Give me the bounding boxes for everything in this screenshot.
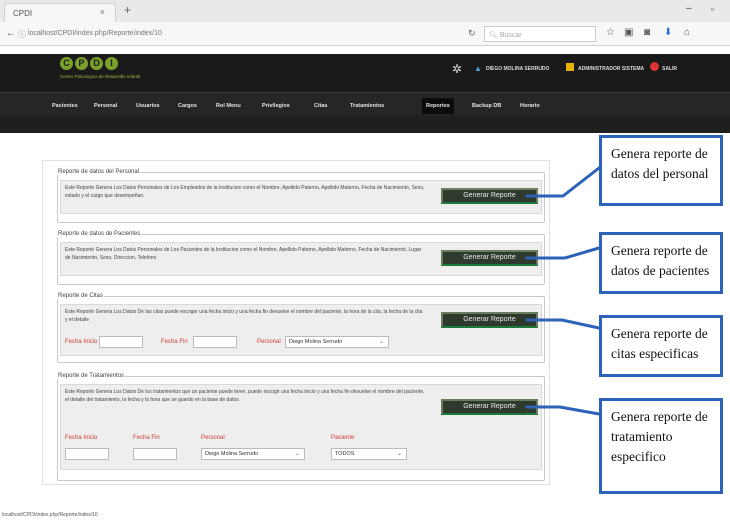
- tratamientos-fecha-inicio-label: Fecha Inicio: [65, 435, 98, 441]
- logo-letter: D: [90, 57, 103, 70]
- reload-icon[interactable]: ↻: [468, 28, 476, 39]
- section-citas-legend: Reporte de Citas: [58, 293, 104, 299]
- callout-pacientes: Genera reporte de datos de pacientes: [599, 232, 723, 294]
- callout-pacientes-text: Genera reporte de datos de pacientes: [611, 243, 710, 278]
- logo-subtitle: Centro Psicologico de Desarrollo Infanti…: [60, 74, 141, 79]
- citas-fecha-inicio-label: Fecha Inicio: [65, 339, 98, 345]
- section-personal-legend: Reporte de datos del Personal: [58, 169, 140, 175]
- menu-item-pacientes[interactable]: Pacientes: [48, 98, 82, 114]
- menu-item-reportes[interactable]: Reportes: [422, 98, 454, 114]
- main-menu: Pacientes Personal Usuarios Cargos Rol M…: [0, 92, 730, 133]
- settings-gear-icon[interactable]: ✲: [452, 62, 462, 76]
- citas-fecha-fin-input[interactable]: [193, 336, 237, 348]
- callout-personal-text: Genera reporte de datos del personal: [611, 146, 709, 181]
- tratamientos-paciente-selected-value: TODOS: [335, 451, 355, 457]
- citas-fecha-fin-label: Fecha Fin: [161, 339, 188, 345]
- tratamientos-personal-selected-value: Diego Molina Serrudo: [205, 451, 259, 457]
- menu-item-rol-menu[interactable]: Rol Menu: [212, 98, 245, 114]
- pocket-icon[interactable]: ◙: [644, 27, 650, 38]
- tab-title: CPDI: [13, 9, 33, 18]
- citas-personal-select[interactable]: Diego Molina Serrudo ⌄: [285, 336, 389, 348]
- new-tab-icon[interactable]: +: [124, 3, 131, 17]
- back-arrow-icon[interactable]: ←: [6, 28, 16, 39]
- logo-letter: C: [60, 57, 73, 70]
- maximize-window-icon[interactable]: ▫: [711, 4, 714, 14]
- reports-panel: Reporte de datos del Personal Este Repor…: [42, 160, 550, 485]
- chevron-down-icon: ⌄: [378, 339, 384, 345]
- section-citas-description-box: Este Reporte Genera Los Datos De las cit…: [60, 304, 542, 356]
- section-tratamientos-legend: Reporte de Tratamientos: [58, 373, 125, 379]
- search-placeholder: 🔍︎ Buscar: [489, 32, 522, 39]
- user-role[interactable]: ADMINISTRADOR SISTEMA: [578, 66, 644, 72]
- address-bar-url[interactable]: localhost/CPDI/index.php/Reporte/index/1…: [28, 30, 162, 37]
- site-info-icon[interactable]: ⓘ: [18, 29, 26, 40]
- section-tratamientos-description-box: Este Reporte Genera Los Datos De los tra…: [60, 384, 542, 470]
- generate-citas-report-button[interactable]: Generar Reporte: [441, 312, 538, 328]
- tratamientos-personal-label: Personal: [201, 435, 225, 441]
- tratamientos-fecha-inicio-input[interactable]: [65, 448, 109, 460]
- section-pacientes-legend: Reporte de datos de Pacientes: [58, 231, 141, 237]
- search-input[interactable]: 🔍︎ Buscar: [484, 26, 596, 42]
- menu-item-horario[interactable]: Horario: [516, 98, 544, 114]
- callout-tratamientos: Genera reporte de tratamiento especifico: [599, 398, 723, 494]
- citas-personal-selected-value: Diego Molina Serrudo: [289, 339, 343, 345]
- menu-item-usuarios[interactable]: Usuarios: [132, 98, 164, 114]
- section-pacientes: Reporte de datos de Pacientes Este Repor…: [57, 231, 545, 285]
- citas-personal-label: Personal: [257, 339, 281, 345]
- home-icon[interactable]: ⌂: [684, 27, 690, 38]
- menu-item-citas[interactable]: Citas: [310, 98, 331, 114]
- section-personal-description-box: Este Reporte Genera Los Datos Personales…: [60, 180, 542, 214]
- generate-tratamientos-report-button[interactable]: Generar Reporte: [441, 399, 538, 415]
- generate-pacientes-report-button[interactable]: Generar Reporte: [441, 250, 538, 266]
- citas-fecha-inicio-input[interactable]: [99, 336, 143, 348]
- callout-personal: Genera reporte de datos del personal: [599, 135, 723, 206]
- minimize-window-icon[interactable]: –: [686, 3, 692, 14]
- search-icon: 🔍︎: [489, 32, 500, 39]
- logo-letter: P: [75, 57, 88, 70]
- tratamientos-fecha-fin-label: Fecha Fin: [133, 435, 160, 441]
- chevron-down-icon: ⌄: [396, 451, 402, 457]
- menu-item-backup-db[interactable]: Backup DB: [468, 98, 505, 114]
- user-icon: ▲: [474, 64, 482, 73]
- logo-letter: I: [105, 57, 118, 70]
- callout-tratamientos-text: Genera reporte de tratamiento especifico: [611, 409, 708, 464]
- tratamientos-paciente-label: Paciente: [331, 435, 355, 441]
- section-personal-description: Este Reporte Genera Los Datos Personales…: [65, 185, 425, 199]
- menu-item-privilegios[interactable]: Privilegios: [258, 98, 294, 114]
- user-name[interactable]: DIEGO MOLINA SERRUDO: [486, 66, 549, 72]
- download-icon[interactable]: ⬇: [664, 27, 672, 38]
- exit-icon[interactable]: [650, 62, 659, 71]
- browser-navigation-bar: ← ⓘ localhost/CPDI/index.php/Reporte/ind…: [0, 22, 730, 46]
- reading-list-icon[interactable]: ▣: [624, 27, 633, 38]
- callout-citas: Genera reporte de citas especificas: [599, 315, 723, 377]
- menu-item-tratamientos[interactable]: Tratamientos: [346, 98, 388, 114]
- section-tratamientos-description: Este Reporte Genera Los Datos De los tra…: [65, 389, 425, 403]
- exit-link[interactable]: SALIR: [662, 66, 677, 72]
- section-pacientes-description-box: Este Reporte Genera Los Datos Personales…: [60, 242, 542, 276]
- bookmark-star-icon[interactable]: ☆: [606, 27, 615, 38]
- callout-citas-text: Genera reporte de citas especificas: [611, 326, 708, 361]
- section-personal: Reporte de datos del Personal Este Repor…: [57, 169, 545, 223]
- app-header: C P D I Centro Psicologico de Desarrollo…: [0, 54, 730, 92]
- section-citas: Reporte de Citas Este Reporte Genera Los…: [57, 293, 545, 363]
- tratamientos-paciente-select[interactable]: TODOS ⌄: [331, 448, 407, 460]
- tratamientos-fecha-fin-input[interactable]: [133, 448, 177, 460]
- tratamientos-personal-select[interactable]: Diego Molina Serrudo ⌄: [201, 448, 305, 460]
- browser-tab[interactable]: CPDI ×: [4, 3, 116, 22]
- chevron-down-icon: ⌄: [294, 451, 300, 457]
- section-tratamientos: Reporte de Tratamientos Este Reporte Gen…: [57, 373, 545, 481]
- tab-close-icon[interactable]: ×: [100, 7, 105, 17]
- section-pacientes-description: Este Reporte Genera Los Datos Personales…: [65, 247, 422, 261]
- menu-sub-strip: [0, 115, 730, 133]
- status-bar-url: localhost/CPDI/index.php/Reporte/index/1…: [2, 512, 98, 518]
- generate-personal-report-button[interactable]: Generar Reporte: [441, 188, 538, 204]
- menu-item-cargos[interactable]: Cargos: [174, 98, 201, 114]
- section-citas-description: Este Reporte Genera Los Datos De las cit…: [65, 309, 423, 323]
- role-icon: [566, 63, 574, 71]
- browser-tab-bar: CPDI × + – ▫: [0, 0, 730, 22]
- menu-item-personal[interactable]: Personal: [90, 98, 121, 114]
